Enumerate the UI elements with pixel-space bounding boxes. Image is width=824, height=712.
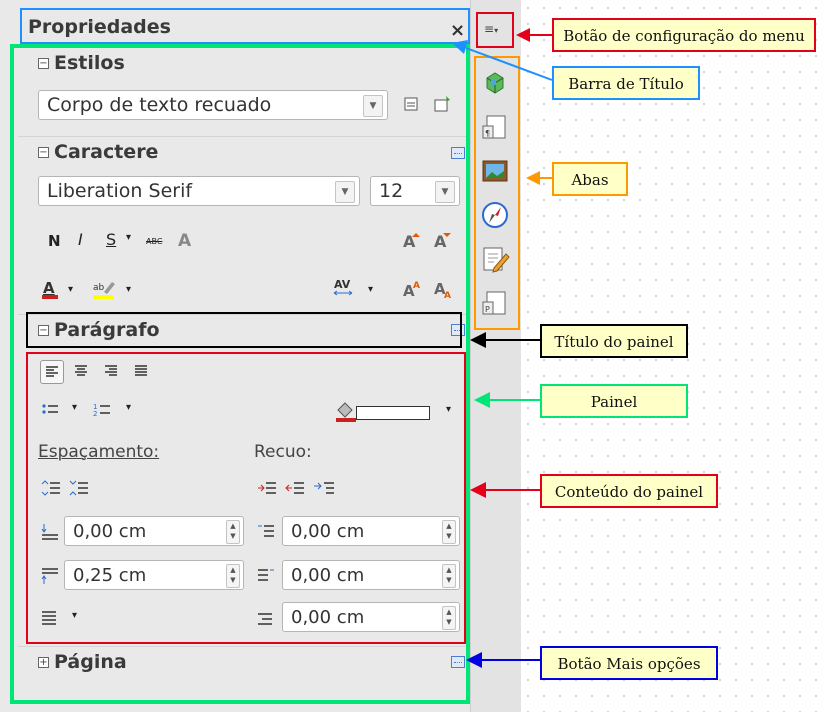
callout-panel-title: Título do painel [540, 324, 688, 358]
callout-panel: Painel [540, 384, 688, 418]
callout-more-options: Botão Mais opções [540, 646, 718, 680]
panel-content-highlight [26, 352, 466, 644]
callout-panel-content: Conteúdo do painel [540, 474, 718, 508]
callout-title-bar: Barra de Título [552, 66, 700, 100]
title-bar-highlight [20, 8, 470, 44]
callout-tabs: Abas [552, 162, 628, 196]
tabs-highlight [474, 56, 520, 330]
callout-menu-config: Botão de configuração do menu [552, 18, 816, 52]
panel-title-highlight [26, 312, 462, 348]
menu-config-highlight [476, 12, 514, 48]
